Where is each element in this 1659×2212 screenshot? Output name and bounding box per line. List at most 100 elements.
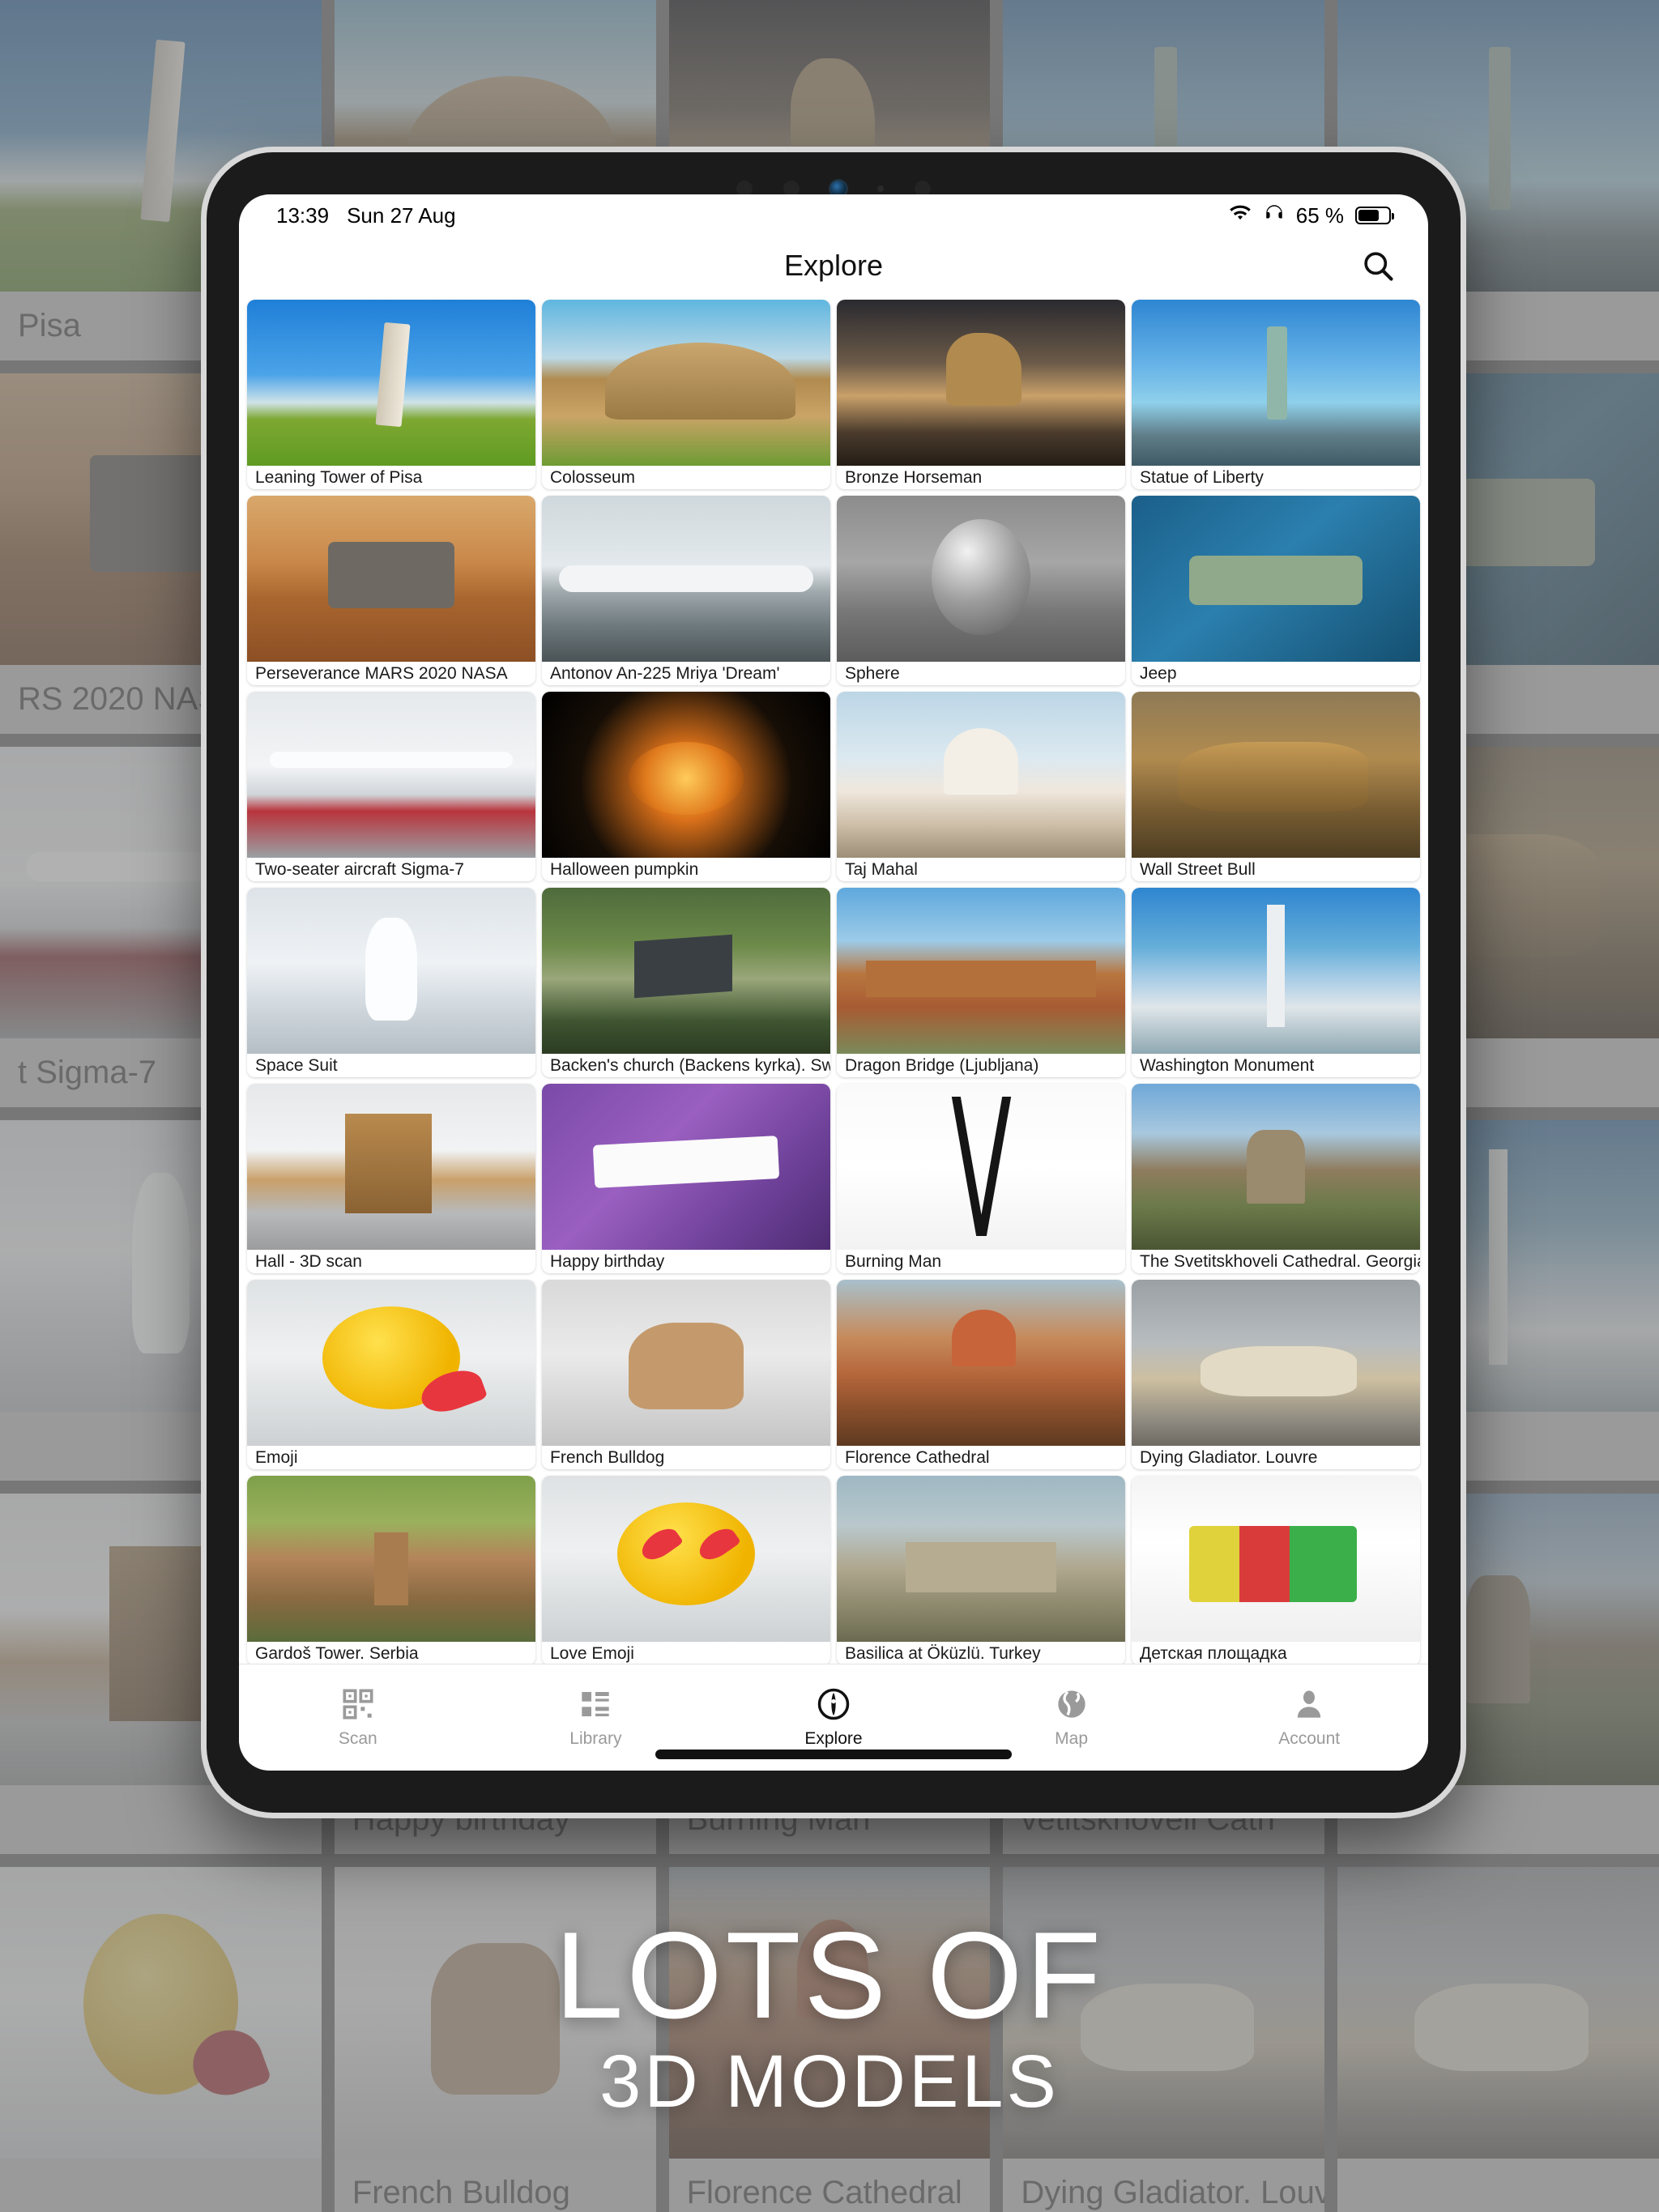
battery-icon xyxy=(1355,207,1394,224)
model-thumbnail xyxy=(247,1280,535,1446)
tablet-screen: 13:39 Sun 27 Aug 65 % Explore Leaning To… xyxy=(239,194,1428,1771)
model-card[interactable]: Florence Cathedral xyxy=(837,1280,1125,1469)
model-thumbnail xyxy=(542,692,830,858)
tab-label: Map xyxy=(1055,1728,1088,1748)
model-thumbnail xyxy=(1132,300,1420,466)
tablet-device: 13:39 Sun 27 Aug 65 % Explore Leaning To… xyxy=(207,152,1461,1813)
model-thumbnail xyxy=(837,888,1125,1054)
model-thumbnail xyxy=(247,692,535,858)
model-thumbnail xyxy=(837,692,1125,858)
model-card-label: Two-seater aircraft Sigma-7 xyxy=(255,859,464,879)
model-thumbnail xyxy=(837,300,1125,466)
model-thumbnail xyxy=(837,1476,1125,1642)
model-card-label: Space Suit xyxy=(255,1055,338,1075)
model-card-label: Hall - 3D scan xyxy=(255,1251,362,1271)
status-time: 13:39 xyxy=(276,202,330,228)
model-card-label: Dragon Bridge (Ljubljana) xyxy=(845,1055,1039,1075)
model-card[interactable]: Statue of Liberty xyxy=(1132,300,1420,489)
model-thumbnail xyxy=(1132,692,1420,858)
model-card[interactable]: Детская площадка xyxy=(1132,1476,1420,1664)
model-card[interactable]: Space Suit xyxy=(247,888,535,1077)
model-card[interactable]: Sphere xyxy=(837,496,1125,685)
person-icon xyxy=(1292,1687,1326,1721)
model-card[interactable]: Two-seater aircraft Sigma-7 xyxy=(247,692,535,881)
model-card[interactable]: Bronze Horseman xyxy=(837,300,1125,489)
model-thumbnail xyxy=(247,1476,535,1642)
model-card-label: Florence Cathedral xyxy=(845,1447,990,1467)
compass-icon xyxy=(817,1688,850,1720)
tab-scan[interactable]: Scan xyxy=(239,1664,477,1771)
model-thumbnail xyxy=(542,1476,830,1642)
model-card[interactable]: Washington Monument xyxy=(1132,888,1420,1077)
sensor-dot xyxy=(877,185,884,192)
model-card[interactable]: Burning Man xyxy=(837,1084,1125,1273)
model-card[interactable]: Dragon Bridge (Ljubljana) xyxy=(837,888,1125,1077)
model-card-label: Basilica at Öküzlü. Turkey xyxy=(845,1643,1041,1663)
model-card-label: Jeep xyxy=(1140,663,1177,683)
model-card[interactable]: Colosseum xyxy=(542,300,830,489)
model-card-label: Colosseum xyxy=(550,467,636,487)
model-card-label: Детская площадка xyxy=(1140,1643,1287,1663)
model-card[interactable]: Backen's church (Backens kyrka). Sweden xyxy=(542,888,830,1077)
grid-list-icon xyxy=(578,1687,612,1721)
tab-bar: Scan Library Explore Map Account xyxy=(239,1664,1428,1771)
model-card-label: Perseverance MARS 2020 NASA xyxy=(255,663,508,683)
model-card[interactable]: Wall Street Bull xyxy=(1132,692,1420,881)
model-thumbnail xyxy=(247,1084,535,1250)
model-card-label: Sphere xyxy=(845,663,900,683)
model-thumbnail xyxy=(1132,1476,1420,1642)
model-card-label: French Bulldog xyxy=(550,1447,665,1467)
qr-scan-icon xyxy=(341,1687,375,1721)
model-card[interactable]: Happy birthday xyxy=(542,1084,830,1273)
model-card-label: Wall Street Bull xyxy=(1140,859,1256,879)
model-card-label: Bronze Horseman xyxy=(845,467,983,487)
navigation-bar: Explore xyxy=(239,237,1428,295)
globe-icon xyxy=(1055,1687,1089,1721)
search-button[interactable] xyxy=(1360,248,1396,283)
tab-account[interactable]: Account xyxy=(1190,1664,1428,1771)
qr-scan-icon xyxy=(343,1689,373,1719)
status-bar-left: 13:39 Sun 27 Aug xyxy=(276,203,456,228)
home-indicator[interactable] xyxy=(655,1750,1012,1759)
model-card-label: Happy birthday xyxy=(550,1251,665,1271)
model-thumbnail xyxy=(247,888,535,1054)
status-bar: 13:39 Sun 27 Aug 65 % xyxy=(239,194,1428,237)
tab-label: Explore xyxy=(804,1728,863,1748)
model-thumbnail xyxy=(247,300,535,466)
model-card[interactable]: Leaning Tower of Pisa xyxy=(247,300,535,489)
model-card[interactable]: Gardoš Tower. Serbia xyxy=(247,1476,535,1664)
headphones-icon xyxy=(1264,203,1285,228)
tab-label: Account xyxy=(1278,1728,1341,1748)
model-thumbnail xyxy=(837,1084,1125,1250)
model-card[interactable]: French Bulldog xyxy=(542,1280,830,1469)
model-card[interactable]: Love Emoji xyxy=(542,1476,830,1664)
model-card[interactable]: Emoji xyxy=(247,1280,535,1469)
status-date: Sun 27 Aug xyxy=(347,202,456,228)
model-card-label: Emoji xyxy=(255,1447,298,1467)
screenshot-root: Pisa Colosseum Bronze Horseman e of Libe… xyxy=(0,0,1659,2212)
model-card-label: Gardoš Tower. Serbia xyxy=(255,1643,419,1663)
globe-icon xyxy=(1057,1690,1085,1718)
model-card[interactable]: Basilica at Öküzlü. Turkey xyxy=(837,1476,1125,1664)
compass-icon xyxy=(817,1687,851,1721)
model-card-label: Dying Gladiator. Louvre xyxy=(1140,1447,1318,1467)
model-card[interactable]: Hall - 3D scan xyxy=(247,1084,535,1273)
model-card[interactable]: The Svetitskhoveli Cathedral. Georgia xyxy=(1132,1084,1420,1273)
model-card[interactable]: Taj Mahal xyxy=(837,692,1125,881)
model-card-label: Love Emoji xyxy=(550,1643,634,1663)
model-card-label: Taj Mahal xyxy=(845,859,918,879)
model-card-label: Antonov An-225 Mriya 'Dream' xyxy=(550,663,780,683)
model-card-label: Halloween pumpkin xyxy=(550,859,699,879)
model-thumbnail xyxy=(542,1280,830,1446)
model-card[interactable]: Antonov An-225 Mriya 'Dream' xyxy=(542,496,830,685)
model-card[interactable]: Dying Gladiator. Louvre xyxy=(1132,1280,1420,1469)
model-thumbnail xyxy=(247,496,535,662)
model-card[interactable]: Jeep xyxy=(1132,496,1420,685)
tab-label: Scan xyxy=(338,1728,377,1748)
model-card[interactable]: Perseverance MARS 2020 NASA xyxy=(247,496,535,685)
model-card[interactable]: Halloween pumpkin xyxy=(542,692,830,881)
model-thumbnail xyxy=(1132,1084,1420,1250)
model-card-label: Burning Man xyxy=(845,1251,942,1271)
model-thumbnail xyxy=(542,1084,830,1250)
status-bar-right: 65 % xyxy=(1228,203,1394,228)
